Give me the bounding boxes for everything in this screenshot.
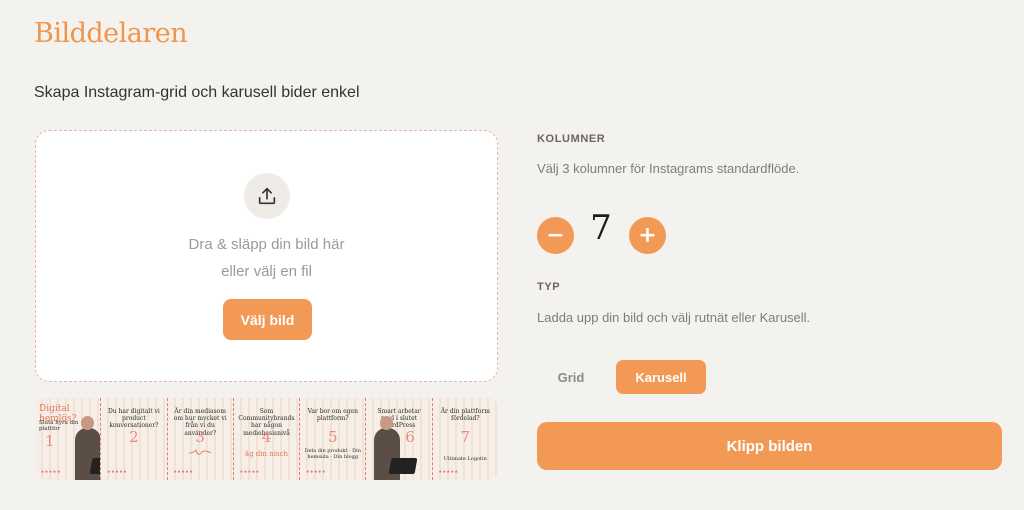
columns-value: 7: [590, 208, 612, 248]
slide-dots: ●●●●●: [306, 469, 327, 475]
type-karusell-button[interactable]: Karusell: [616, 360, 706, 394]
preview-slide-extra: äg din nisch: [244, 450, 289, 458]
columns-description: Välj 3 kolumner för Instagrams standardf…: [537, 161, 800, 176]
dropzone-alternative: eller välj en fil: [221, 263, 312, 280]
preview-slide: Var bor om egen plattform? 5 Dela din pr…: [300, 398, 367, 480]
slide-dots: ●●●●●: [438, 469, 459, 475]
preview-slide-number: 7: [460, 428, 471, 446]
app-logo: Bilddelaren: [34, 18, 188, 49]
wave-icon: [188, 448, 211, 455]
laptop-figure: [89, 458, 101, 474]
preview-slide-number: 4: [261, 428, 272, 446]
preview-slide: Digital hemlös? Sluta hyra din plattfor …: [35, 398, 102, 480]
preview-slide-number: 3: [195, 428, 205, 446]
upload-dropzone[interactable]: Dra & släpp din bild här eller välj en f…: [35, 130, 498, 382]
preview-slide: Du har digitalt vi product konversatione…: [101, 398, 168, 480]
preview-slide-extra: Dela din produkt · Din hemsida · Din blo…: [304, 448, 361, 460]
decrease-columns-button[interactable]: −: [537, 217, 574, 254]
preview-slide-number: 2: [129, 428, 139, 446]
page-subtitle: Skapa Instagram-grid och karusell bider …: [34, 84, 360, 101]
preview-slide-title: Är din plattform fördelad?: [440, 408, 490, 423]
type-heading: TYP: [537, 281, 561, 293]
preview-slide-title: Du har digitalt vi product konversatione…: [107, 408, 160, 430]
preview-slide-extra: Ultimate Logotin: [443, 456, 487, 462]
minus-icon: −: [546, 223, 565, 248]
preview-slide: Är din plattform fördelad? 7 Ultimate Lo…: [432, 398, 498, 480]
slide-dots: ●●●●●: [173, 469, 194, 475]
preview-slide: Som Communitybrands har någon mediebasis…: [233, 398, 301, 480]
type-grid-button[interactable]: Grid: [537, 360, 605, 394]
slide-dots: ●●●●●: [239, 469, 260, 475]
dropzone-instruction: Dra & släpp din bild här: [188, 236, 345, 253]
preview-slide-title: Smart arbetar med i slutet WordPress: [377, 408, 421, 430]
upload-icon: [244, 173, 290, 219]
cut-image-button[interactable]: Klipp bilden: [537, 422, 1002, 470]
type-description: Ladda upp din bild och välj rutnät eller…: [537, 310, 811, 325]
preview-slide-number: 5: [327, 428, 338, 446]
columns-heading: KOLUMNER: [537, 133, 606, 145]
preview-slide: Smart arbetar med i slutet WordPress 6: [366, 398, 433, 480]
plus-icon: +: [638, 223, 657, 248]
increase-columns-button[interactable]: +: [629, 217, 666, 254]
slide-dots: ●●●●●: [41, 469, 62, 475]
preview-slide: Är din mediasom om hur mycket vi från vi…: [167, 398, 234, 480]
choose-image-button[interactable]: Välj bild: [223, 299, 312, 340]
slide-dots: ●●●●●: [107, 469, 128, 475]
laptop-figure: [388, 458, 418, 474]
carousel-preview: Digital hemlös? Sluta hyra din plattfor …: [35, 398, 498, 480]
preview-slide-title: Var bor om egen plattform?: [307, 408, 358, 423]
